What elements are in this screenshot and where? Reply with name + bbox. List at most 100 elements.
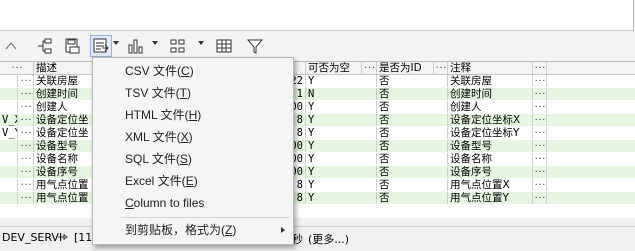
menu-separator [121, 217, 289, 218]
row-dots[interactable]: ··· [18, 127, 34, 139]
row-prefix [0, 179, 18, 191]
column-header-nullable[interactable]: 可否为空 [306, 62, 362, 74]
cell-isid[interactable]: 否 [377, 127, 448, 139]
row-dots[interactable]: ··· [18, 75, 34, 87]
row-prefix: V_Y [0, 127, 18, 139]
menu-item-excel[interactable]: Excel 文件(E) [93, 170, 293, 192]
cell-isid[interactable]: 否 [377, 140, 448, 152]
cell-comment-dots[interactable]: ··· [533, 179, 547, 191]
menu-item-label: TSV 文件(T) [125, 86, 192, 100]
pin-icon[interactable] [56, 231, 68, 246]
cell-isid[interactable]: 否 [377, 153, 448, 165]
menu-item-clipboard[interactable]: 到剪贴板，格式为(Z) [93, 219, 293, 241]
cell-nullable[interactable]: Y [306, 179, 377, 191]
row-prefix [0, 88, 18, 100]
grid-dropdown-caret[interactable] [198, 41, 204, 45]
cell-nullable[interactable]: Y [306, 192, 377, 204]
column-menu-comment[interactable]: ··· [533, 62, 547, 74]
cell-comment[interactable]: 设备名称 [448, 153, 533, 165]
row-prefix: V_X [0, 114, 18, 126]
bar-chart-icon [128, 39, 143, 54]
column-header-isid[interactable]: 是否为ID [377, 62, 434, 74]
cell-comment[interactable]: 用气点位置Y [448, 192, 533, 204]
column-menu-nullable[interactable]: ··· [362, 62, 377, 74]
menu-item-label: XML 文件(X) [125, 130, 193, 144]
row-dots[interactable]: ··· [18, 192, 34, 204]
cell-nullable[interactable]: Y [306, 166, 377, 178]
filter-button[interactable] [244, 35, 266, 57]
cell-comment-dots[interactable]: ··· [533, 101, 547, 113]
cell-comment[interactable]: 设备型号 [448, 140, 533, 152]
row-prefix [0, 101, 18, 113]
cell-isid[interactable]: 否 [377, 114, 448, 126]
cell-comment[interactable]: 创建时间 [448, 88, 533, 100]
cell-comment[interactable]: 设备定位坐标X [448, 114, 533, 126]
status-more-link[interactable]: (更多...) [308, 231, 349, 247]
cell-nullable[interactable]: Y [306, 75, 377, 87]
status-row-info: [11 [74, 231, 93, 244]
up-arrow-icon [5, 42, 17, 50]
export-button[interactable] [90, 35, 112, 57]
menu-item-xml[interactable]: XML 文件(X) [93, 126, 293, 148]
cell-comment-dots[interactable]: ··· [533, 88, 547, 100]
table-icon [216, 39, 232, 53]
cell-nullable[interactable]: Y [306, 153, 377, 165]
cell-nullable[interactable]: N [306, 88, 377, 100]
row-dots[interactable]: ··· [18, 140, 34, 152]
row-dots[interactable]: ··· [18, 114, 34, 126]
menu-item-label: CSV 文件(C) [125, 64, 194, 78]
editor-area[interactable] [0, 0, 634, 31]
cell-isid[interactable]: 否 [377, 192, 448, 204]
cell-comment[interactable]: 设备序号 [448, 166, 533, 178]
row-dots[interactable]: ··· [18, 88, 34, 100]
chart-dropdown-caret[interactable] [152, 41, 158, 45]
cell-comment-dots[interactable]: ··· [533, 140, 547, 152]
cell-isid[interactable]: 否 [377, 166, 448, 178]
submenu-arrow-icon [281, 227, 285, 233]
tree-button[interactable] [33, 35, 55, 57]
cell-nullable[interactable]: Y [306, 127, 377, 139]
row-dots[interactable]: ··· [18, 166, 34, 178]
cell-comment-dots[interactable]: ··· [533, 127, 547, 139]
cell-comment[interactable]: 创建人 [448, 101, 533, 113]
cell-comment[interactable]: 用气点位置X [448, 179, 533, 191]
row-prefix [0, 166, 18, 178]
row-prefix [0, 192, 18, 204]
column-header-comment[interactable]: 注释 [448, 62, 533, 74]
row-selector-header[interactable]: ··· [0, 62, 34, 74]
cell-isid[interactable]: 否 [377, 75, 448, 87]
cell-comment-dots[interactable]: ··· [533, 114, 547, 126]
cell-comment[interactable]: 设备定位坐标Y [448, 127, 533, 139]
save-template-icon [65, 38, 80, 54]
menu-item-sql[interactable]: SQL 文件(S) [93, 148, 293, 170]
cell-comment-dots[interactable]: ··· [533, 75, 547, 87]
up-arrow-button[interactable] [0, 35, 22, 57]
column-menu-isid[interactable]: ··· [434, 62, 448, 74]
row-dots[interactable]: ··· [18, 179, 34, 191]
menu-item-csv[interactable]: CSV 文件(C) [93, 60, 293, 82]
cell-comment-dots[interactable]: ··· [533, 192, 547, 204]
menu-item-html[interactable]: HTML 文件(H) [93, 104, 293, 126]
table-button[interactable] [213, 35, 235, 57]
cell-nullable[interactable]: Y [306, 140, 377, 152]
row-dots[interactable]: ··· [18, 101, 34, 113]
menu-item-column-to-files[interactable]: Column to files [93, 192, 293, 214]
tree-icon [38, 38, 52, 54]
grid-layout-button[interactable] [167, 35, 189, 57]
save-template-button[interactable] [61, 35, 83, 57]
cell-nullable[interactable]: Y [306, 114, 377, 126]
cell-isid[interactable]: 否 [377, 179, 448, 191]
cell-comment-dots[interactable]: ··· [533, 166, 547, 178]
row-prefix [0, 75, 18, 87]
cell-isid[interactable]: 否 [377, 88, 448, 100]
grid-layout-icon [170, 39, 185, 53]
menu-item-tsv[interactable]: TSV 文件(T) [93, 82, 293, 104]
menu-item-label: Column to files [125, 196, 205, 210]
cell-comment[interactable]: 关联房屋 [448, 75, 533, 87]
chart-button[interactable] [124, 35, 146, 57]
export-dropdown-caret[interactable] [113, 41, 119, 45]
row-dots[interactable]: ··· [18, 153, 34, 165]
cell-comment-dots[interactable]: ··· [533, 153, 547, 165]
cell-isid[interactable]: 否 [377, 101, 448, 113]
cell-nullable[interactable]: Y [306, 101, 377, 113]
